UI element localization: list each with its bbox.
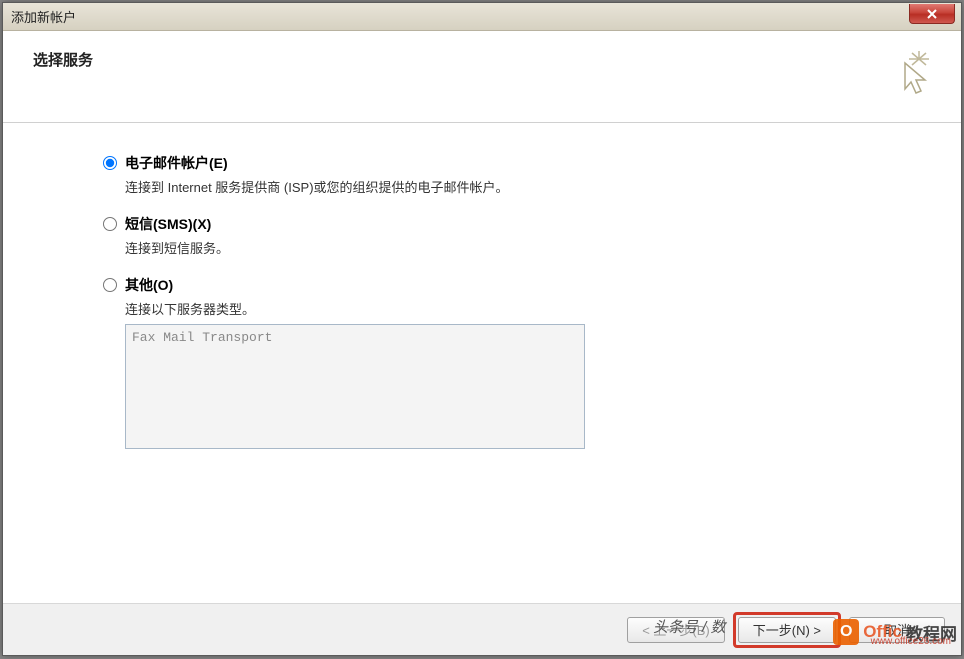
close-button[interactable] <box>909 4 955 24</box>
radio-label-sms: 短信(SMS)(X) <box>125 214 211 234</box>
option-email: 电子邮件帐户(E) 连接到 Internet 服务提供商 (ISP)或您的组织提… <box>103 153 901 196</box>
cancel-button[interactable]: 取消 <box>849 617 945 643</box>
cursor-star-icon <box>891 49 931 95</box>
header-title: 选择服务 <box>33 49 93 70</box>
radio-row-sms[interactable]: 短信(SMS)(X) <box>103 214 901 234</box>
titlebar: 添加新帐户 <box>3 3 961 31</box>
radio-sms[interactable] <box>103 217 117 231</box>
server-type-listbox[interactable]: Fax Mail Transport <box>125 324 585 449</box>
close-icon <box>926 9 938 19</box>
option-sms: 短信(SMS)(X) 连接到短信服务。 <box>103 214 901 257</box>
radio-email[interactable] <box>103 156 117 170</box>
radio-label-email: 电子邮件帐户(E) <box>125 153 228 173</box>
next-button-highlight: 下一步(N) > <box>733 612 841 648</box>
next-button[interactable]: 下一步(N) > <box>738 617 836 643</box>
list-item[interactable]: Fax Mail Transport <box>132 329 578 346</box>
back-button[interactable]: < 上一步(B) <box>627 617 725 643</box>
radio-desc-other: 连接以下服务器类型。 <box>125 299 901 318</box>
radio-desc-email: 连接到 Internet 服务提供商 (ISP)或您的组织提供的电子邮件帐户。 <box>125 177 901 196</box>
dialog-header: 选择服务 <box>3 31 961 123</box>
dialog-footer: < 上一步(B) 下一步(N) > 取消 <box>3 603 961 655</box>
radio-other[interactable] <box>103 278 117 292</box>
dialog-window: 添加新帐户 选择服务 电子邮件帐户(E) 连接到 Internet 服务提供商 <box>2 2 962 656</box>
option-other: 其他(O) 连接以下服务器类型。 Fax Mail Transport <box>103 275 901 449</box>
radio-label-other: 其他(O) <box>125 275 173 295</box>
radio-desc-sms: 连接到短信服务。 <box>125 238 901 257</box>
radio-row-email[interactable]: 电子邮件帐户(E) <box>103 153 901 173</box>
window-title: 添加新帐户 <box>11 7 76 26</box>
radio-row-other[interactable]: 其他(O) <box>103 275 901 295</box>
dialog-content: 电子邮件帐户(E) 连接到 Internet 服务提供商 (ISP)或您的组织提… <box>3 123 961 595</box>
